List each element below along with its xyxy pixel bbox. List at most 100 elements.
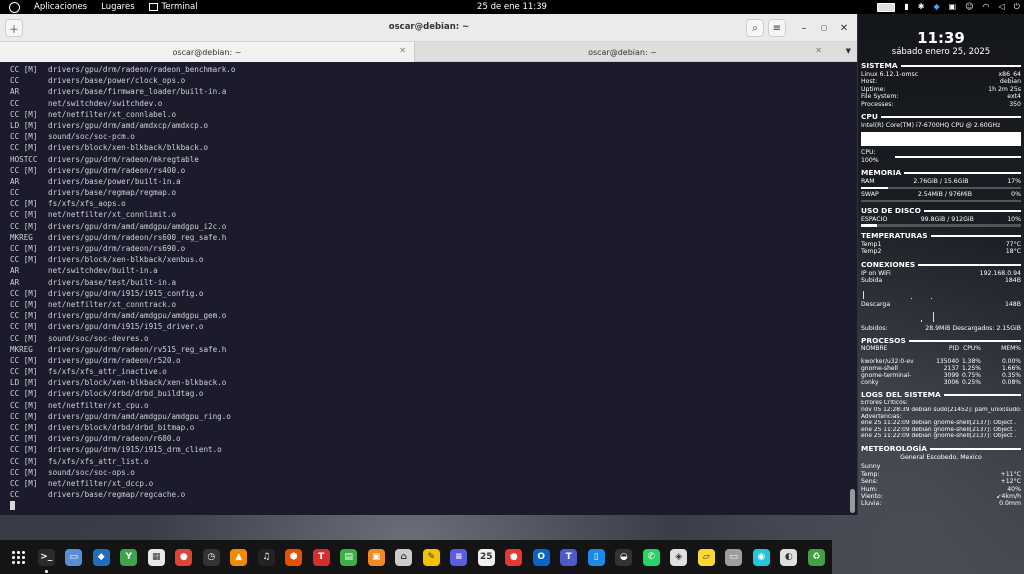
process-row: gnome-terminal- 3099 0.75% 0.35% (861, 371, 1021, 379)
tab-close-icon[interactable]: ✕ (399, 46, 406, 55)
activities-button[interactable] (0, 0, 27, 14)
dock-app-messenger[interactable]: ◉ (748, 540, 776, 574)
terminal-line: AR drivers/base/power/built-in.a (10, 176, 181, 186)
accessibility-icon[interactable]: ☺ (965, 0, 973, 14)
dock-app-shop[interactable]: ⌂ (390, 540, 418, 574)
dock-app-phone-app[interactable]: ▯ (583, 540, 611, 574)
close-button[interactable]: ✕ (835, 19, 853, 37)
conky-panel: 11:39 sábado enero 25, 2025 SISTEMA Linu… (859, 14, 1024, 574)
terminal-line: CC net/switchdev/switchdev.o (10, 98, 163, 108)
battery-icon[interactable] (877, 2, 896, 12)
messenger-icon: ◉ (752, 548, 770, 566)
dock-app-system-monitor[interactable]: Y (115, 540, 143, 574)
terminal-line: MKREG drivers/gpu/drm/radeon/rv515_reg_sa… (10, 344, 227, 354)
weather-location: General Escobedo, Mexico (900, 453, 982, 461)
section-title: USO DE DISCO (861, 206, 921, 216)
red-app-icon: T (312, 548, 330, 566)
tab-close-icon[interactable]: ✕ (815, 46, 822, 55)
dock-app-calendar-app[interactable]: ▦ (143, 540, 171, 574)
search-button[interactable]: ⌕ (746, 19, 764, 37)
section-title: CONEXIONES (861, 259, 916, 269)
dock-app-spreadsheet[interactable]: ▤ (335, 540, 363, 574)
maximize-button[interactable]: ▢ (815, 19, 833, 37)
dropbox-icon[interactable]: ◆ (933, 0, 939, 14)
terminal-line: CC [M] net/netfilter/xt_dccp.o (10, 478, 154, 488)
dark-block-icon[interactable]: ▮ (904, 0, 908, 14)
outlook-icon: O (532, 548, 550, 566)
tray-app-icon[interactable]: ▣ (949, 0, 957, 14)
section-title: TEMPERATURAS (861, 230, 928, 240)
terminal-scrollbar[interactable] (849, 63, 856, 515)
wifi-icon[interactable]: ◠ (983, 0, 990, 14)
dock-app-colors-app[interactable]: ⬢ (280, 540, 308, 574)
weather-row: Hum: 40% (861, 485, 1021, 493)
section-title: LOGS DEL SISTEMA (861, 390, 941, 400)
tab-bar: oscar@debian: ~ ✕ oscar@debian: ~ ✕ ▼ (0, 42, 857, 62)
terminal-line: CC [M] drivers/gpu/drm/radeon/r520.o (10, 355, 181, 365)
terminal-app-menu[interactable]: Terminal (142, 0, 205, 14)
dock-app-music[interactable]: ♫ (253, 540, 281, 574)
dock-app-clock-app[interactable]: ◷ (198, 540, 226, 574)
weather-row: Temp: +11°C (861, 470, 1021, 478)
tab-terminal-2[interactable]: oscar@debian: ~ ✕ (415, 42, 830, 62)
volume-icon[interactable]: ◁ (999, 0, 1005, 14)
disk-pct: 10% (1007, 216, 1021, 224)
disk-label: ESPACIO (861, 216, 888, 224)
places-menu[interactable]: Lugares (94, 0, 142, 14)
search-icon: ⌕ (752, 22, 758, 34)
dock-app-sticky-notes[interactable]: ▱ (693, 540, 721, 574)
dock-app-text-editor[interactable]: ✎ (418, 540, 446, 574)
upload-graph (861, 285, 1021, 301)
dock-app-notes[interactable]: ≡ (445, 540, 473, 574)
dock-app-glasses-app[interactable]: ◒ (610, 540, 638, 574)
dock-app-files[interactable]: ▭ (60, 540, 88, 574)
system-info-row: Host: debian (861, 78, 1021, 86)
clock-app-icon: ◷ (202, 548, 220, 566)
glasses-app-icon: ◒ (615, 548, 633, 566)
calendar-icon: 25 (477, 548, 495, 566)
dock-app-media-app[interactable]: ◈ (665, 540, 693, 574)
dock-app-presentation[interactable]: ▣ (363, 540, 391, 574)
extension-icon[interactable]: ✱ (918, 0, 925, 14)
dock-app-chat-app[interactable]: ◐ (775, 540, 803, 574)
menu-button[interactable]: ≡ (768, 19, 786, 37)
log-line: ene 25 11:22:09 debian gnome-shell[2137]… (861, 420, 1017, 427)
network-section: CONEXIONES IP on WiFi 192.168.0.94 Subida… (861, 260, 1021, 333)
show-apps-button[interactable] (5, 540, 33, 574)
dock: >_ ▭ ◆ Y ▦ ● ◷ ▲ ♫ ⬢ T ▤ ▣ ⌂ ✎ ≡ 25 ● O T ▯ ◒ ✆ ◈ ▱ ▭ ◉ ◐ ♻ (0, 540, 832, 574)
dock-app-red-circle-app[interactable]: ● (500, 540, 528, 574)
dock-app-calendar[interactable]: 25 (473, 540, 501, 574)
scrollbar-thumb[interactable] (850, 489, 855, 513)
window-headerbar[interactable]: ＋ oscar@debian: ~ ⌕ ≡ – ▢ ✕ (0, 14, 857, 42)
terminal-line: CC [M] drivers/gpu/drm/radeon/rs690.o (10, 244, 186, 253)
dock-app-vlc[interactable]: ▲ (225, 540, 253, 574)
terminal-line: CC [M] net/netfilter/xt_cpu.o (10, 400, 149, 410)
dock-app-outlook[interactable]: O (528, 540, 556, 574)
terminal-line: AR drivers/base/test/built-in.a (10, 277, 177, 287)
new-tab-button[interactable]: ＋ (5, 19, 23, 37)
download-graph (861, 308, 1021, 324)
applications-menu[interactable]: Aplicaciones (27, 0, 94, 14)
power-icon[interactable]: ⏻ (1014, 0, 1020, 14)
terminal-output[interactable]: CC [M] drivers/gpu/drm/radeon/radeon_benc… (0, 63, 850, 515)
dock-app-whatsapp[interactable]: ✆ (638, 540, 666, 574)
dock-app-chrome[interactable]: ● (170, 540, 198, 574)
dock-app-red-app[interactable]: T (308, 540, 336, 574)
terminal-line: CC [M] net/netfilter/xt_conntrack.o (10, 299, 177, 309)
cpu-model: Intel(R) Core(TM) i7-6700HQ CPU @ 2.60GH… (861, 122, 1001, 130)
clock[interactable]: 25 de ene 11:39 (477, 2, 547, 12)
swap-bar (861, 199, 1021, 203)
terminal-line: HOSTCC drivers/gpu/drm/radeon/mkregtable (10, 154, 199, 164)
minimize-button[interactable]: – (795, 19, 813, 37)
dock-app-teams[interactable]: T (555, 540, 583, 574)
dock-app-terminal[interactable]: >_ (33, 540, 61, 574)
tab-terminal-1[interactable]: oscar@debian: ~ ✕ (0, 42, 415, 62)
close-icon: ✕ (839, 22, 849, 34)
dock-app-drive-app[interactable]: ▭ (720, 540, 748, 574)
dock-app-vscode[interactable]: ◆ (88, 540, 116, 574)
system-info-row: Linux 6.12.1-omsc x86_64 (861, 71, 1021, 78)
weather-row: Lluvia: 0.0mm (861, 500, 1021, 508)
tab-list-dropdown-icon[interactable]: ▼ (846, 47, 851, 55)
dock-app-trash-app[interactable]: ♻ (803, 540, 831, 574)
conky-time: 11:39 (917, 29, 965, 47)
